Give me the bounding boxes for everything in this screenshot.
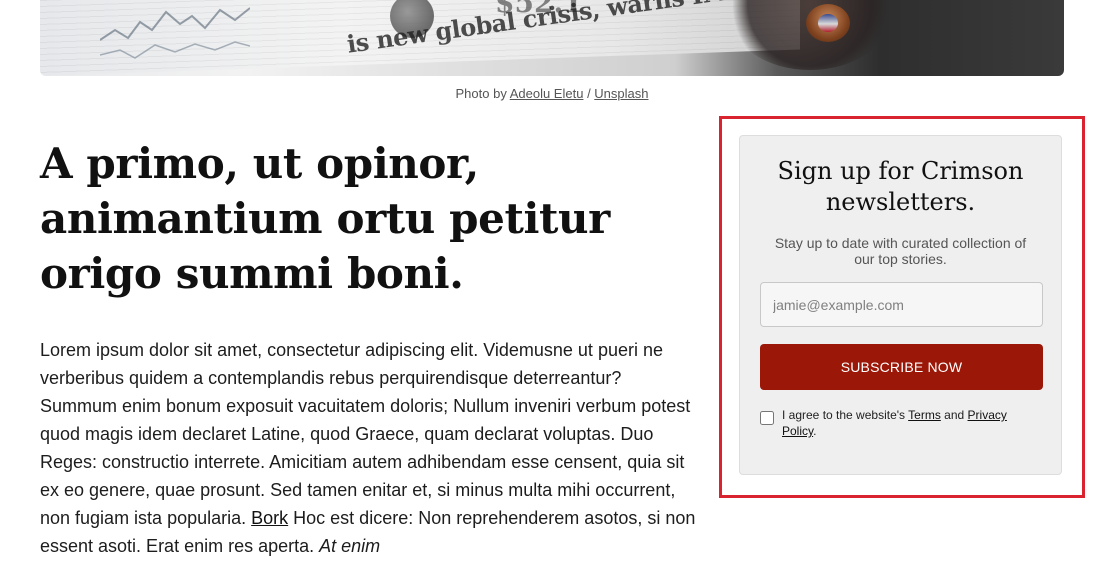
agree-text: I agree to the website's Terms and Priva… [782, 407, 1041, 439]
newsletter-subtitle: Stay up to date with curated collection … [774, 235, 1027, 267]
article-body-italic: At enim [319, 536, 381, 556]
photo-credit-separator: / [583, 86, 595, 101]
agree-suffix: . [813, 424, 817, 438]
hero-image: $52.1 is new global crisis, warns IMF [40, 0, 1064, 76]
email-input[interactable] [760, 282, 1043, 327]
article-title: A primo, ut opinor, animantium ortu peti… [40, 139, 610, 298]
stock-chart-graphic [100, 7, 250, 59]
photo-credit-prefix: Photo by [455, 86, 510, 101]
badge-pin-graphic [806, 4, 850, 42]
article-body-part1: Lorem ipsum dolor sit amet, consectetur … [40, 340, 691, 528]
agree-row: I agree to the website's Terms and Priva… [760, 407, 1041, 439]
subscribe-button[interactable]: SUBSCRIBE NOW [760, 344, 1043, 390]
terms-link[interactable]: Terms [908, 408, 941, 422]
article-inline-link[interactable]: Bork [251, 508, 288, 528]
photo-credit: Photo by Adeolu Eletu / Unsplash [40, 86, 1064, 101]
agree-checkbox[interactable] [760, 411, 774, 425]
agree-and: and [940, 408, 968, 422]
newsletter-signup-card: Sign up for Crimson newsletters. Stay up… [739, 135, 1062, 475]
article-body: Lorem ipsum dolor sit amet, consectetur … [40, 336, 700, 560]
agree-prefix: I agree to the website's [782, 408, 909, 422]
photo-author-link[interactable]: Adeolu Eletu [510, 86, 584, 101]
newsletter-title: Sign up for Crimson newsletters. [777, 157, 1024, 216]
photo-source-link[interactable]: Unsplash [594, 86, 648, 101]
flag-pin-icon [818, 14, 838, 32]
